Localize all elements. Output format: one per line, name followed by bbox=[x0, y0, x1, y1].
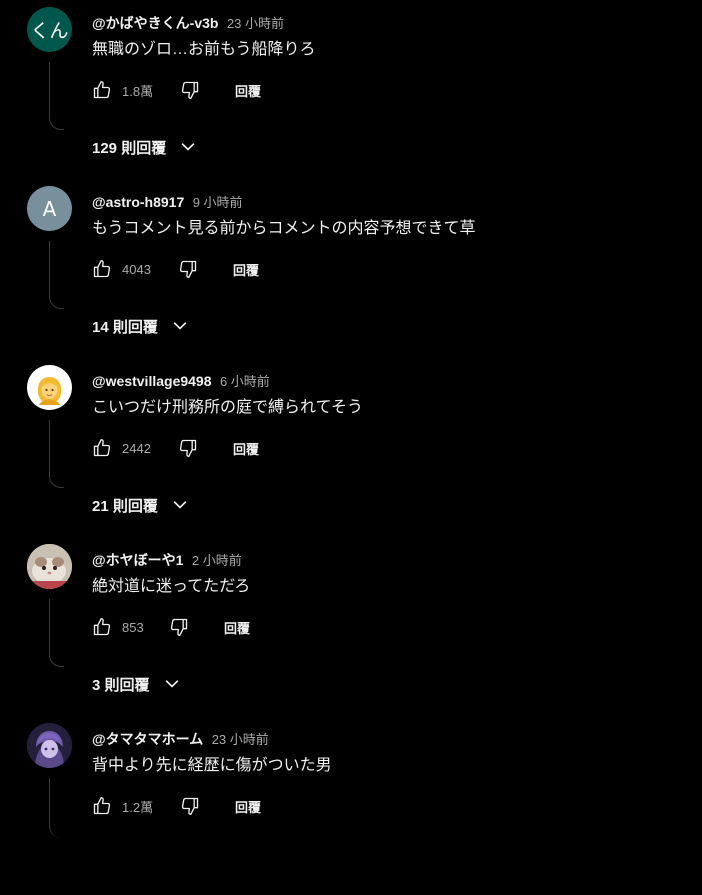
like-count: 853 bbox=[122, 619, 144, 635]
comment-time[interactable]: 6 小時前 bbox=[220, 374, 270, 389]
view-replies-button[interactable]: 21 則回覆 bbox=[92, 494, 190, 516]
comment-actions: 2442 回覆 bbox=[92, 438, 259, 458]
view-replies-button[interactable]: 14 則回覆 bbox=[92, 315, 190, 337]
reply-button[interactable]: 回覆 bbox=[233, 260, 259, 279]
comment-text: 無職のゾロ…お前もう船降りろ bbox=[92, 41, 316, 58]
comment-thread: くん @かばやきくん-v3b 23 小時前 無職のゾロ…お前もう船降りろ 1.8… bbox=[0, 0, 702, 179]
thread-connector-line bbox=[49, 599, 64, 667]
comment-thread: @ホヤぼーや1 2 小時前 絶対道に迷ってただろ 853 回覆 3 則回覆 bbox=[0, 537, 702, 716]
reply-button[interactable]: 回覆 bbox=[233, 439, 259, 458]
thumb-up-icon[interactable] bbox=[92, 617, 112, 637]
thumb-down-icon[interactable] bbox=[180, 80, 200, 100]
comment-header: @かばやきくん-v3b 23 小時前 bbox=[92, 14, 284, 32]
comment-header: @astro-h8917 9 小時前 bbox=[92, 193, 243, 211]
reply-button[interactable]: 回覆 bbox=[235, 797, 261, 816]
replies-count-label: 3 則回覆 bbox=[92, 676, 150, 694]
comment-author[interactable]: @タマタマホーム bbox=[92, 731, 203, 747]
comment-thread: @タマタマホーム 23 小時前 背中より先に経歴に傷がついた男 1.2萬 回覆 bbox=[0, 716, 702, 895]
comment-time[interactable]: 23 小時前 bbox=[212, 732, 269, 747]
like-count: 1.8萬 bbox=[122, 83, 154, 99]
person-emoji-icon bbox=[37, 377, 62, 405]
comment-thread: A @astro-h8917 9 小時前 もうコメント見る前からコメントの内容予… bbox=[0, 179, 702, 358]
comment-header: @タマタマホーム 23 小時前 bbox=[92, 730, 269, 748]
avatar[interactable] bbox=[27, 544, 72, 589]
thumb-down-icon[interactable] bbox=[178, 438, 198, 458]
avatar[interactable]: A bbox=[27, 186, 72, 231]
comment-text: こいつだけ刑務所の庭で縛られてそう bbox=[92, 399, 364, 416]
comment-text: 絶対道に迷ってただろ bbox=[92, 578, 251, 595]
replies-count-label: 129 則回覆 bbox=[92, 139, 167, 157]
comment-actions: 4043 回覆 bbox=[92, 259, 259, 279]
comment-thread: @westvillage9498 6 小時前 こいつだけ刑務所の庭で縛られてそう… bbox=[0, 358, 702, 537]
avatar-initials: くん bbox=[30, 20, 69, 42]
thumb-up-icon[interactable] bbox=[92, 80, 112, 100]
like-count: 4043 bbox=[122, 261, 151, 277]
comment-author[interactable]: @westvillage9498 bbox=[92, 373, 212, 389]
thread-connector-line bbox=[49, 241, 64, 309]
view-replies-button[interactable]: 129 則回覆 bbox=[92, 136, 198, 158]
chevron-down-icon bbox=[178, 137, 198, 157]
thumb-down-icon[interactable] bbox=[178, 259, 198, 279]
thumb-up-icon[interactable] bbox=[92, 259, 112, 279]
thread-connector-line bbox=[49, 62, 64, 130]
comment-author[interactable]: @かばやきくん-v3b bbox=[92, 15, 218, 31]
comment-time[interactable]: 9 小時前 bbox=[193, 195, 243, 210]
chevron-down-icon bbox=[162, 674, 182, 694]
comment-header: @westvillage9498 6 小時前 bbox=[92, 372, 270, 390]
chevron-down-icon bbox=[170, 316, 190, 336]
comment-actions: 1.2萬 回覆 bbox=[92, 796, 261, 816]
thumb-up-icon[interactable] bbox=[92, 796, 112, 816]
replies-count-label: 14 則回覆 bbox=[92, 318, 158, 336]
avatar[interactable]: くん bbox=[27, 7, 72, 52]
avatar[interactable] bbox=[27, 723, 72, 768]
comment-actions: 1.8萬 回覆 bbox=[92, 80, 261, 100]
comment-author[interactable]: @astro-h8917 bbox=[92, 194, 184, 210]
comment-time[interactable]: 2 小時前 bbox=[192, 553, 242, 568]
anime-character-photo-icon bbox=[27, 723, 72, 768]
comment-actions: 853 回覆 bbox=[92, 617, 250, 637]
avatar[interactable] bbox=[27, 365, 72, 410]
thread-connector-line bbox=[49, 778, 64, 838]
replies-count-label: 21 則回覆 bbox=[92, 497, 158, 515]
thumb-down-icon[interactable] bbox=[180, 796, 200, 816]
thumb-up-icon[interactable] bbox=[92, 438, 112, 458]
view-replies-button[interactable]: 3 則回覆 bbox=[92, 673, 182, 695]
comment-author[interactable]: @ホヤぼーや1 bbox=[92, 552, 183, 568]
hamster-photo-icon bbox=[27, 544, 72, 589]
like-count: 2442 bbox=[122, 440, 151, 456]
comment-text: 背中より先に経歴に傷がついた男 bbox=[92, 757, 332, 774]
comment-header: @ホヤぼーや1 2 小時前 bbox=[92, 551, 242, 569]
avatar-initials: A bbox=[42, 196, 57, 221]
reply-button[interactable]: 回覆 bbox=[235, 81, 261, 100]
thumb-down-icon[interactable] bbox=[169, 617, 189, 637]
comment-text: もうコメント見る前からコメントの内容予想できて草 bbox=[92, 220, 476, 237]
like-count: 1.2萬 bbox=[122, 799, 154, 815]
reply-button[interactable]: 回覆 bbox=[224, 618, 250, 637]
thread-connector-line bbox=[49, 420, 64, 488]
chevron-down-icon bbox=[170, 495, 190, 515]
comment-time[interactable]: 23 小時前 bbox=[227, 16, 284, 31]
